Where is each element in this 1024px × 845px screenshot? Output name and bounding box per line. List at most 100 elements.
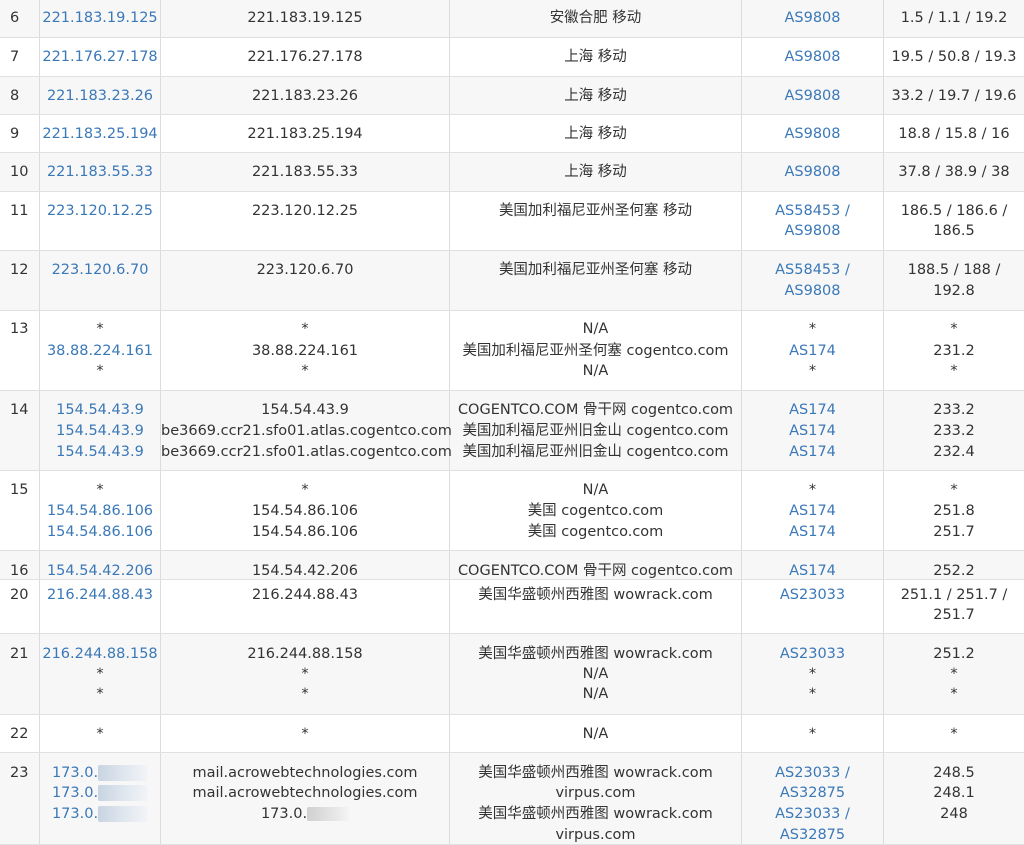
asn-link[interactable]: AS23033 xyxy=(742,644,883,664)
asn-link-value[interactable]: AS174 xyxy=(789,524,836,540)
ip-link-value[interactable]: 221.183.19.125 xyxy=(42,10,157,26)
asn-link[interactable]: AS9808 xyxy=(742,86,883,106)
location-text-value: 美国加利福尼亚州旧金山 cogentco.com xyxy=(462,423,729,439)
ip-link[interactable]: 221.176.27.178 xyxy=(40,47,160,67)
ip-link[interactable]: 173.0. xyxy=(40,783,160,803)
ip-link-value[interactable]: 221.176.27.178 xyxy=(42,49,157,65)
ip-link-value[interactable]: 154.54.42.206 xyxy=(47,563,153,579)
ip-link[interactable]: 221.183.19.125 xyxy=(40,8,160,28)
ip-link[interactable]: 216.244.88.43 xyxy=(40,585,160,605)
ip-link[interactable]: 216.244.88.158 xyxy=(40,644,160,664)
ip-link-value[interactable]: 154.54.43.9 xyxy=(56,402,144,418)
ip-link[interactable]: 154.54.43.9 xyxy=(40,400,160,420)
hostname-text: 221.183.55.33 xyxy=(161,162,449,182)
asn-link-value[interactable]: AS9808 xyxy=(784,49,840,65)
asn-link[interactable]: AS9808 xyxy=(742,124,883,144)
asn-link-value[interactable]: AS174 xyxy=(789,503,836,519)
ip-link[interactable]: 154.54.86.106 xyxy=(40,522,160,542)
asn-link[interactable]: AS9808 xyxy=(742,281,883,301)
asn-link-value[interactable]: AS23033 / xyxy=(775,806,850,822)
asn-link[interactable]: AS58453 / xyxy=(742,260,883,280)
location-text: N/A xyxy=(450,361,741,381)
ip-link-value[interactable]: 216.244.88.43 xyxy=(47,587,153,603)
redacted-ip-blur xyxy=(98,785,149,801)
hop-cell: 12 xyxy=(0,251,40,310)
asn-link[interactable]: AS9808 xyxy=(742,162,883,182)
ip-link-value[interactable]: 154.54.43.9 xyxy=(56,444,144,460)
ip-link[interactable]: 221.183.25.194 xyxy=(40,124,160,144)
asn-link-value[interactable]: AS174 xyxy=(789,402,836,418)
ip-link-value[interactable]: 154.54.86.106 xyxy=(47,524,153,540)
asn-link[interactable]: AS23033 / xyxy=(742,804,883,824)
asn-link-value[interactable]: AS32875 xyxy=(780,785,845,801)
asn-link[interactable]: AS174 xyxy=(742,421,883,441)
asn-link[interactable]: AS9808 xyxy=(742,221,883,241)
asn-link-value[interactable]: AS58453 / xyxy=(775,262,850,278)
location-text: COGENTCO.COM 骨干网 cogentco.com xyxy=(450,400,741,420)
ip-link[interactable]: 221.183.23.26 xyxy=(40,86,160,106)
asn-link[interactable]: AS174 xyxy=(742,501,883,521)
ip-cell: * 38.88.224.161 * xyxy=(40,311,161,390)
asn-link-value[interactable]: AS9808 xyxy=(784,88,840,104)
latency-text-value: 232.4 xyxy=(933,444,975,460)
ip-cell: * 154.54.86.106 154.54.86.106 xyxy=(40,471,161,550)
ip-link[interactable]: 223.120.6.70 xyxy=(40,260,160,280)
asn-link-value[interactable]: AS23033 xyxy=(780,587,845,603)
hostname-text-value: 221.183.55.33 xyxy=(251,164,359,180)
ip-link-value[interactable]: 173.0. xyxy=(52,806,98,822)
ip-link-value[interactable]: 38.88.224.161 xyxy=(47,343,153,359)
asn-link-value[interactable]: AS32875 xyxy=(780,827,845,843)
asn-link[interactable]: AS174 xyxy=(742,442,883,462)
asn-link[interactable]: AS174 xyxy=(742,400,883,420)
asn-link[interactable]: AS23033 xyxy=(742,585,883,605)
hostname-text: 221.183.25.194 xyxy=(161,124,449,144)
ip-link[interactable]: 154.54.86.106 xyxy=(40,501,160,521)
asn-link-value[interactable]: AS174 xyxy=(789,423,836,439)
ip-link-value: * xyxy=(96,321,104,337)
asn-link[interactable]: AS32875 xyxy=(742,783,883,803)
location-text: N/A xyxy=(450,319,741,339)
asn-cell: AS58453 / AS9808 xyxy=(742,251,884,310)
ip-link[interactable]: 154.54.43.9 xyxy=(40,442,160,462)
hostname-text: mail.acrowebtechnologies.com xyxy=(161,763,449,783)
ip-link[interactable]: 38.88.224.161 xyxy=(40,341,160,361)
ip-link-value[interactable]: 173.0. xyxy=(52,765,98,781)
asn-link-value[interactable]: AS23033 xyxy=(780,646,845,662)
asn-link-value[interactable]: AS174 xyxy=(789,563,836,579)
ip-link[interactable]: 173.0. xyxy=(40,804,160,824)
asn-link-value[interactable]: AS23033 / xyxy=(775,765,850,781)
ip-link-value[interactable]: 221.183.23.26 xyxy=(47,88,153,104)
asn-link[interactable]: AS174 xyxy=(742,561,883,581)
ip-link-value[interactable]: 216.244.88.158 xyxy=(42,646,157,662)
ip-link[interactable]: 223.120.12.25 xyxy=(40,201,160,221)
asn-link-value[interactable]: AS9808 xyxy=(784,283,840,299)
hop-cell: 9 xyxy=(0,115,40,152)
asn-link[interactable]: AS32875 xyxy=(742,825,883,845)
asn-link-value[interactable]: AS9808 xyxy=(784,126,840,142)
asn-link[interactable]: AS23033 / xyxy=(742,763,883,783)
asn-link[interactable]: AS9808 xyxy=(742,47,883,67)
ip-link-value: * xyxy=(96,726,104,742)
ip-link-value[interactable]: 223.120.12.25 xyxy=(47,203,153,219)
asn-link-value[interactable]: AS9808 xyxy=(784,10,840,26)
latency-text-value: 248.5 xyxy=(933,765,975,781)
ip-link[interactable]: 154.54.42.206 xyxy=(40,561,160,581)
asn-link-value[interactable]: AS9808 xyxy=(784,164,840,180)
ip-link-value[interactable]: 154.54.86.106 xyxy=(47,503,153,519)
asn-link-value[interactable]: AS174 xyxy=(789,343,836,359)
ip-link-value[interactable]: 173.0. xyxy=(52,785,98,801)
ip-link-value[interactable]: 154.54.43.9 xyxy=(56,423,144,439)
asn-link-value[interactable]: AS9808 xyxy=(784,223,840,239)
asn-link-value[interactable]: AS174 xyxy=(789,444,836,460)
asn-link[interactable]: AS174 xyxy=(742,522,883,542)
ip-link-value[interactable]: 223.120.6.70 xyxy=(52,262,149,278)
ip-link-value[interactable]: 221.183.55.33 xyxy=(47,164,153,180)
asn-link[interactable]: AS9808 xyxy=(742,8,883,28)
ip-link-value[interactable]: 221.183.25.194 xyxy=(42,126,157,142)
asn-link[interactable]: AS58453 / xyxy=(742,201,883,221)
ip-link[interactable]: 154.54.43.9 xyxy=(40,421,160,441)
asn-link[interactable]: AS174 xyxy=(742,341,883,361)
asn-link-value[interactable]: AS58453 / xyxy=(775,203,850,219)
ip-link[interactable]: 221.183.55.33 xyxy=(40,162,160,182)
ip-link[interactable]: 173.0. xyxy=(40,763,160,783)
